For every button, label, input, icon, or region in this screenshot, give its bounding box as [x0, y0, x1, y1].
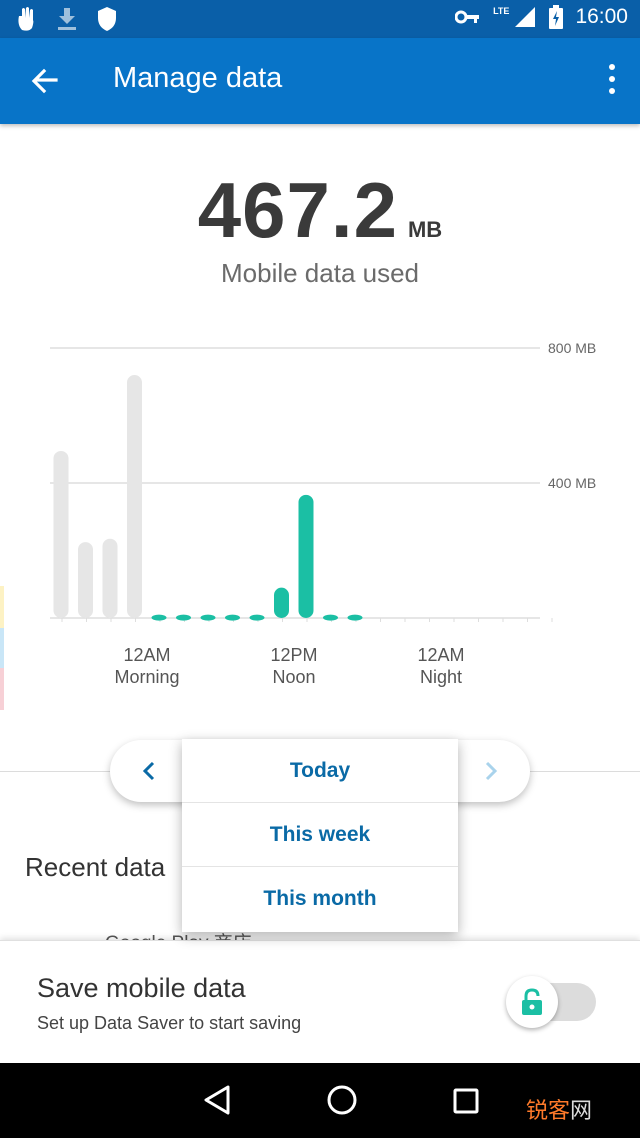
nav-home-icon[interactable]	[325, 1083, 359, 1117]
x-tick-sublabel: Noon	[272, 667, 315, 687]
save-data-title: Save mobile data	[37, 973, 246, 1003]
y-tick-label: 400 MB	[548, 475, 596, 491]
usage-value: 467.2	[197, 166, 398, 254]
more-vert-icon[interactable]	[606, 64, 618, 98]
chart-bar	[347, 614, 363, 621]
x-tick-sublabel: Night	[420, 667, 462, 687]
hand-icon	[18, 7, 34, 31]
network-type-label: LTE	[493, 6, 510, 16]
chart-bar	[53, 450, 69, 618]
page-title: Manage data	[113, 62, 283, 94]
option-today[interactable]: Today	[182, 739, 458, 803]
download-icon	[58, 8, 76, 30]
edge-strip-pink	[0, 668, 4, 710]
nav-recents-icon[interactable]	[452, 1087, 480, 1115]
x-tick-sublabel: Morning	[114, 667, 179, 687]
chevron-left-icon[interactable]	[134, 756, 164, 786]
save-data-subtitle: Set up Data Saver to start saving	[37, 1013, 302, 1033]
system-nav-bar: 锐客网	[0, 1063, 640, 1138]
chart-bar	[151, 614, 167, 621]
chart-bar	[249, 614, 265, 621]
watermark-logo: 锐客网	[525, 1099, 592, 1124]
nav-back-icon[interactable]	[200, 1083, 234, 1117]
chart-bar	[176, 614, 191, 621]
usage-chart: 800 MB400 MB12AMMorning12PMNoon12AMNight	[50, 340, 596, 687]
signal-icon	[515, 7, 536, 27]
period-dropdown: Today This week This month	[182, 739, 458, 932]
app-bar: Manage data	[0, 38, 640, 124]
usage-unit: MB	[407, 217, 443, 242]
key-icon	[455, 10, 480, 24]
status-bar: LTE 16:00	[0, 0, 640, 38]
data-saver-toggle[interactable]	[506, 976, 558, 1028]
x-tick-label: 12AM	[417, 645, 464, 665]
data-usage-total: 467.2 MB	[0, 165, 640, 256]
chart-bar	[274, 587, 289, 618]
chart-bar	[200, 614, 216, 621]
x-tick-label: 12AM	[123, 645, 170, 665]
usage-label: Mobile data used	[220, 258, 420, 288]
status-time: 16:00	[575, 5, 628, 28]
option-this-month[interactable]: This month	[182, 867, 458, 931]
lock-icon	[522, 988, 542, 1015]
chevron-right-icon[interactable]	[476, 756, 506, 786]
chart-bar	[78, 542, 93, 618]
back-arrow-icon[interactable]	[26, 63, 62, 99]
chart-bar	[127, 375, 142, 618]
chart-bar	[323, 614, 338, 621]
edge-strip-yellow	[0, 586, 4, 628]
chart-bar	[102, 538, 118, 618]
recent-data-heading: Recent data	[25, 852, 166, 882]
save-data-card[interactable]: Save mobile data Set up Data Saver to st…	[0, 940, 640, 1064]
shield-icon	[98, 7, 116, 31]
edge-strip-blue	[0, 628, 4, 668]
y-tick-label: 800 MB	[548, 340, 596, 356]
option-this-week[interactable]: This week	[182, 803, 458, 867]
x-tick-label: 12PM	[270, 645, 317, 665]
battery-icon	[549, 5, 564, 29]
chart-bar	[225, 614, 240, 621]
chart-bar	[298, 494, 314, 618]
